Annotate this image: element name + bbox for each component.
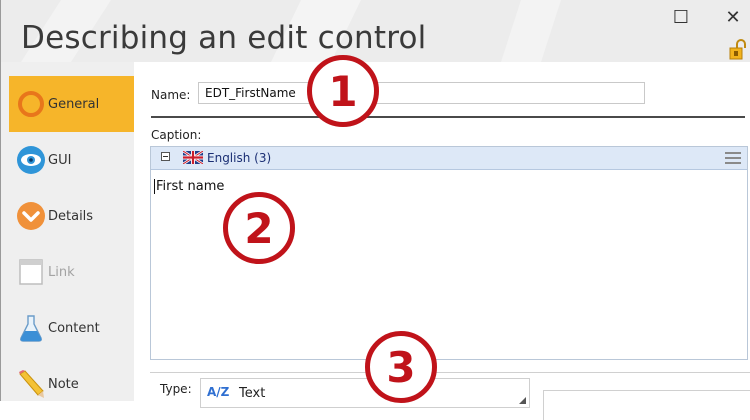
general-ring-icon	[18, 91, 44, 117]
lock-icon[interactable]	[728, 38, 748, 60]
caption-label: Caption:	[151, 128, 202, 142]
sidebar-item-note[interactable]: Note	[9, 356, 134, 412]
maximize-icon: ☐	[672, 6, 690, 28]
sidebar-item-label: Content	[48, 320, 100, 336]
maximize-button[interactable]: ☐	[669, 6, 693, 28]
type-group: Type: A/Z Text	[150, 372, 750, 420]
name-input[interactable]: EDT_FirstName	[198, 82, 645, 104]
close-button[interactable]: ✕	[721, 6, 745, 28]
sidebar-item-label: Note	[48, 376, 79, 392]
eye-icon	[17, 146, 45, 174]
type-dropdown[interactable]: A/Z Text	[200, 378, 530, 408]
sidebar: General GUI Details Link Content Note	[1, 62, 144, 401]
window-title: Describing an edit control	[21, 20, 427, 56]
type-options-box	[543, 390, 750, 420]
sidebar-item-gui[interactable]: GUI	[9, 132, 134, 188]
type-value: Text	[239, 386, 266, 401]
sidebar-item-label: General	[48, 96, 100, 112]
sidebar-item-general[interactable]: General	[9, 76, 144, 132]
annotation-marker-1: 1	[307, 55, 379, 127]
uk-flag-icon	[183, 151, 203, 164]
pencil-icon	[19, 370, 44, 398]
name-separator	[151, 116, 745, 118]
close-icon: ✕	[725, 6, 741, 28]
language-label: English (3)	[207, 151, 272, 165]
annotation-marker-2: 2	[223, 192, 295, 264]
sidebar-item-content[interactable]: Content	[9, 300, 134, 356]
details-chevron-icon	[17, 202, 45, 230]
language-bar: English (3)	[151, 147, 747, 170]
collapse-icon[interactable]	[161, 152, 170, 161]
annotation-marker-3: 3	[365, 331, 437, 403]
link-window-icon	[19, 259, 43, 285]
name-label: Name:	[151, 88, 191, 102]
flask-icon	[20, 315, 42, 342]
sidebar-item-link[interactable]: Link	[9, 244, 134, 300]
type-label: Type:	[158, 382, 194, 396]
sidebar-item-label: Details	[48, 208, 94, 224]
sidebar-item-details[interactable]: Details	[9, 188, 134, 244]
sidebar-item-label: Link	[48, 264, 75, 280]
hamburger-menu-icon[interactable]	[725, 152, 741, 164]
az-icon: A/Z	[207, 385, 230, 399]
caption-text[interactable]: First name	[154, 179, 224, 194]
sidebar-item-label: GUI	[48, 152, 72, 168]
title-bar: Describing an edit control ☐ ✕	[1, 0, 750, 62]
edit-control-window: Describing an edit control ☐ ✕ General G…	[0, 0, 750, 420]
